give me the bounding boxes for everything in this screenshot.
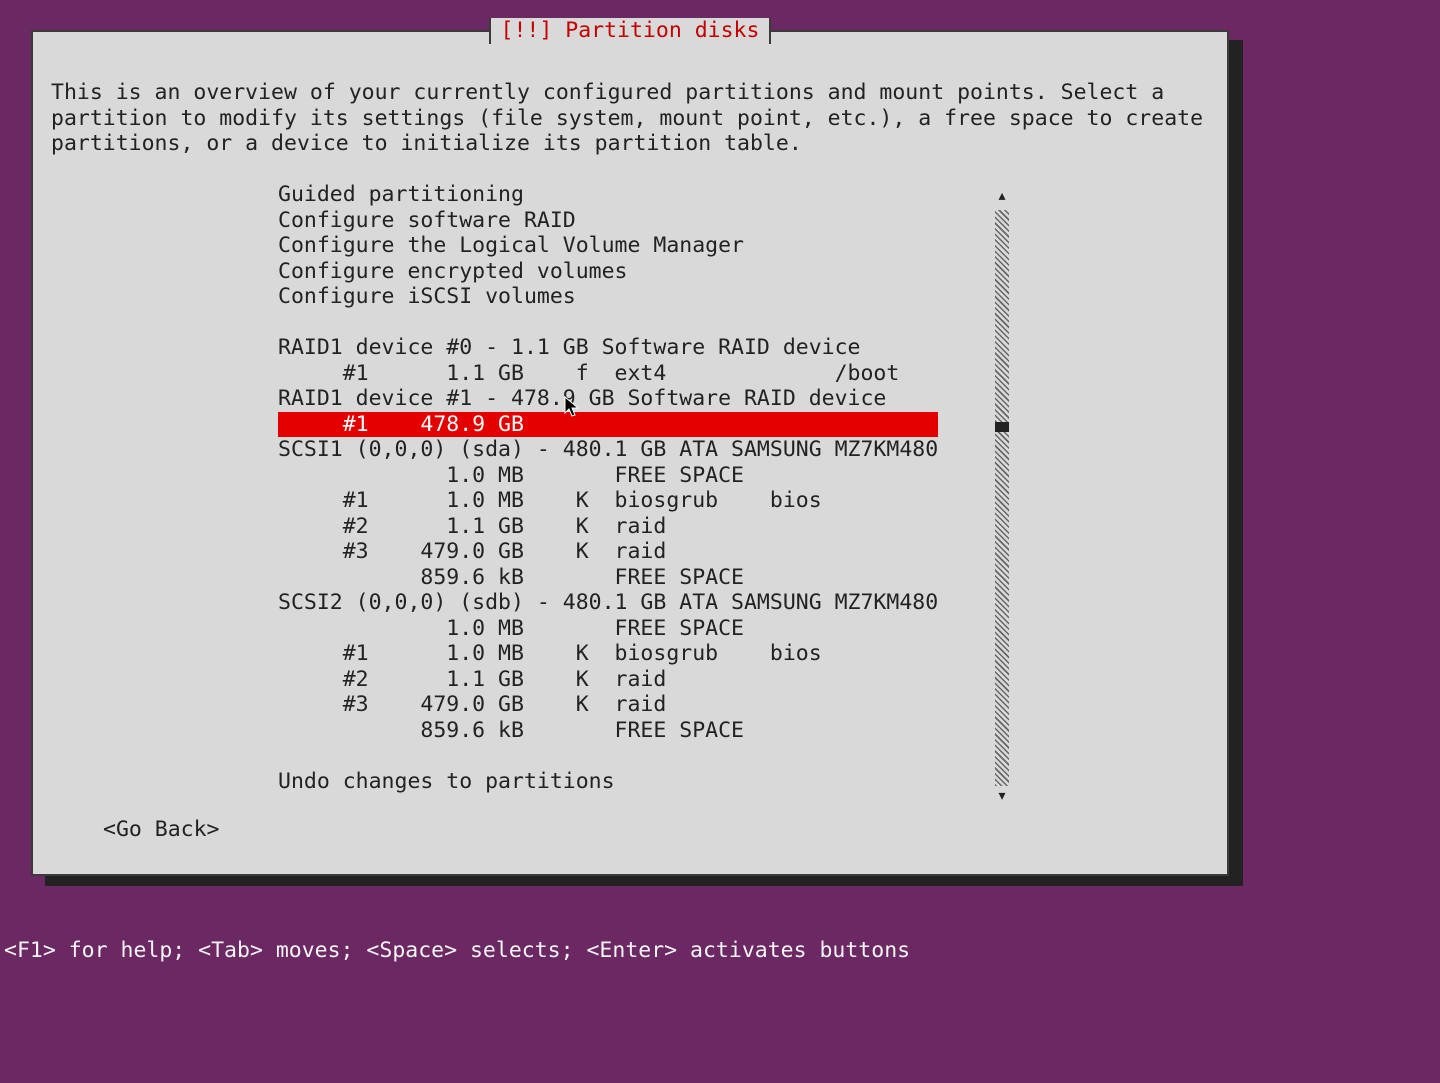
- list-item[interactable]: RAID1 device #1 - 478.9 GB Software RAID…: [278, 386, 968, 412]
- partition-dialog: [!!] Partition disks This is an overview…: [31, 30, 1229, 876]
- list-item[interactable]: #2 1.1 GB K raid: [278, 514, 968, 540]
- list-item[interactable]: 1.0 MB FREE SPACE: [278, 463, 968, 489]
- list-item[interactable]: Undo changes to partitions: [278, 769, 968, 795]
- list-item[interactable]: #1 478.9 GB: [278, 412, 938, 438]
- dialog-title: [!!] Partition disks: [489, 18, 772, 44]
- list-item[interactable]: Configure iSCSI volumes: [278, 284, 968, 310]
- list-item[interactable]: #1 1.0 MB K biosgrub bios: [278, 488, 968, 514]
- list-item[interactable]: 859.6 kB FREE SPACE: [278, 565, 968, 591]
- scrollbar[interactable]: ▴ ▾: [995, 196, 1009, 766]
- list-item[interactable]: 1.0 MB FREE SPACE: [278, 616, 968, 642]
- list-item[interactable]: #3 479.0 GB K raid: [278, 692, 968, 718]
- list-blank-row: [278, 743, 968, 769]
- list-item[interactable]: 859.6 kB FREE SPACE: [278, 718, 968, 744]
- partition-list: Guided partitioningConfigure software RA…: [278, 182, 968, 794]
- dialog-title-wrap: [!!] Partition disks: [33, 18, 1227, 44]
- list-item[interactable]: #2 1.1 GB K raid: [278, 667, 968, 693]
- help-bar: <F1> for help; <Tab> moves; <Space> sele…: [0, 932, 1440, 1083]
- list-item[interactable]: RAID1 device #0 - 1.1 GB Software RAID d…: [278, 335, 968, 361]
- scroll-thumb[interactable]: [995, 422, 1009, 432]
- list-item[interactable]: #1 1.0 MB K biosgrub bios: [278, 641, 968, 667]
- dialog-intro-text: This is an overview of your currently co…: [51, 80, 1211, 157]
- scroll-up-icon[interactable]: ▴: [995, 190, 1009, 202]
- list-item[interactable]: Configure the Logical Volume Manager: [278, 233, 968, 259]
- list-item[interactable]: Configure encrypted volumes: [278, 259, 968, 285]
- scroll-track-bottom[interactable]: [995, 432, 1009, 786]
- list-item[interactable]: #1 1.1 GB f ext4 /boot: [278, 361, 968, 387]
- list-item[interactable]: SCSI1 (0,0,0) (sda) - 480.1 GB ATA SAMSU…: [278, 437, 968, 463]
- list-item[interactable]: Guided partitioning: [278, 182, 968, 208]
- go-back-button[interactable]: <Go Back>: [103, 817, 220, 843]
- scroll-down-icon[interactable]: ▾: [995, 790, 1009, 802]
- list-item[interactable]: Configure software RAID: [278, 208, 968, 234]
- list-item[interactable]: SCSI2 (0,0,0) (sdb) - 480.1 GB ATA SAMSU…: [278, 590, 968, 616]
- list-blank-row: [278, 310, 968, 336]
- scroll-track-top[interactable]: [995, 210, 1009, 422]
- list-item[interactable]: #3 479.0 GB K raid: [278, 539, 968, 565]
